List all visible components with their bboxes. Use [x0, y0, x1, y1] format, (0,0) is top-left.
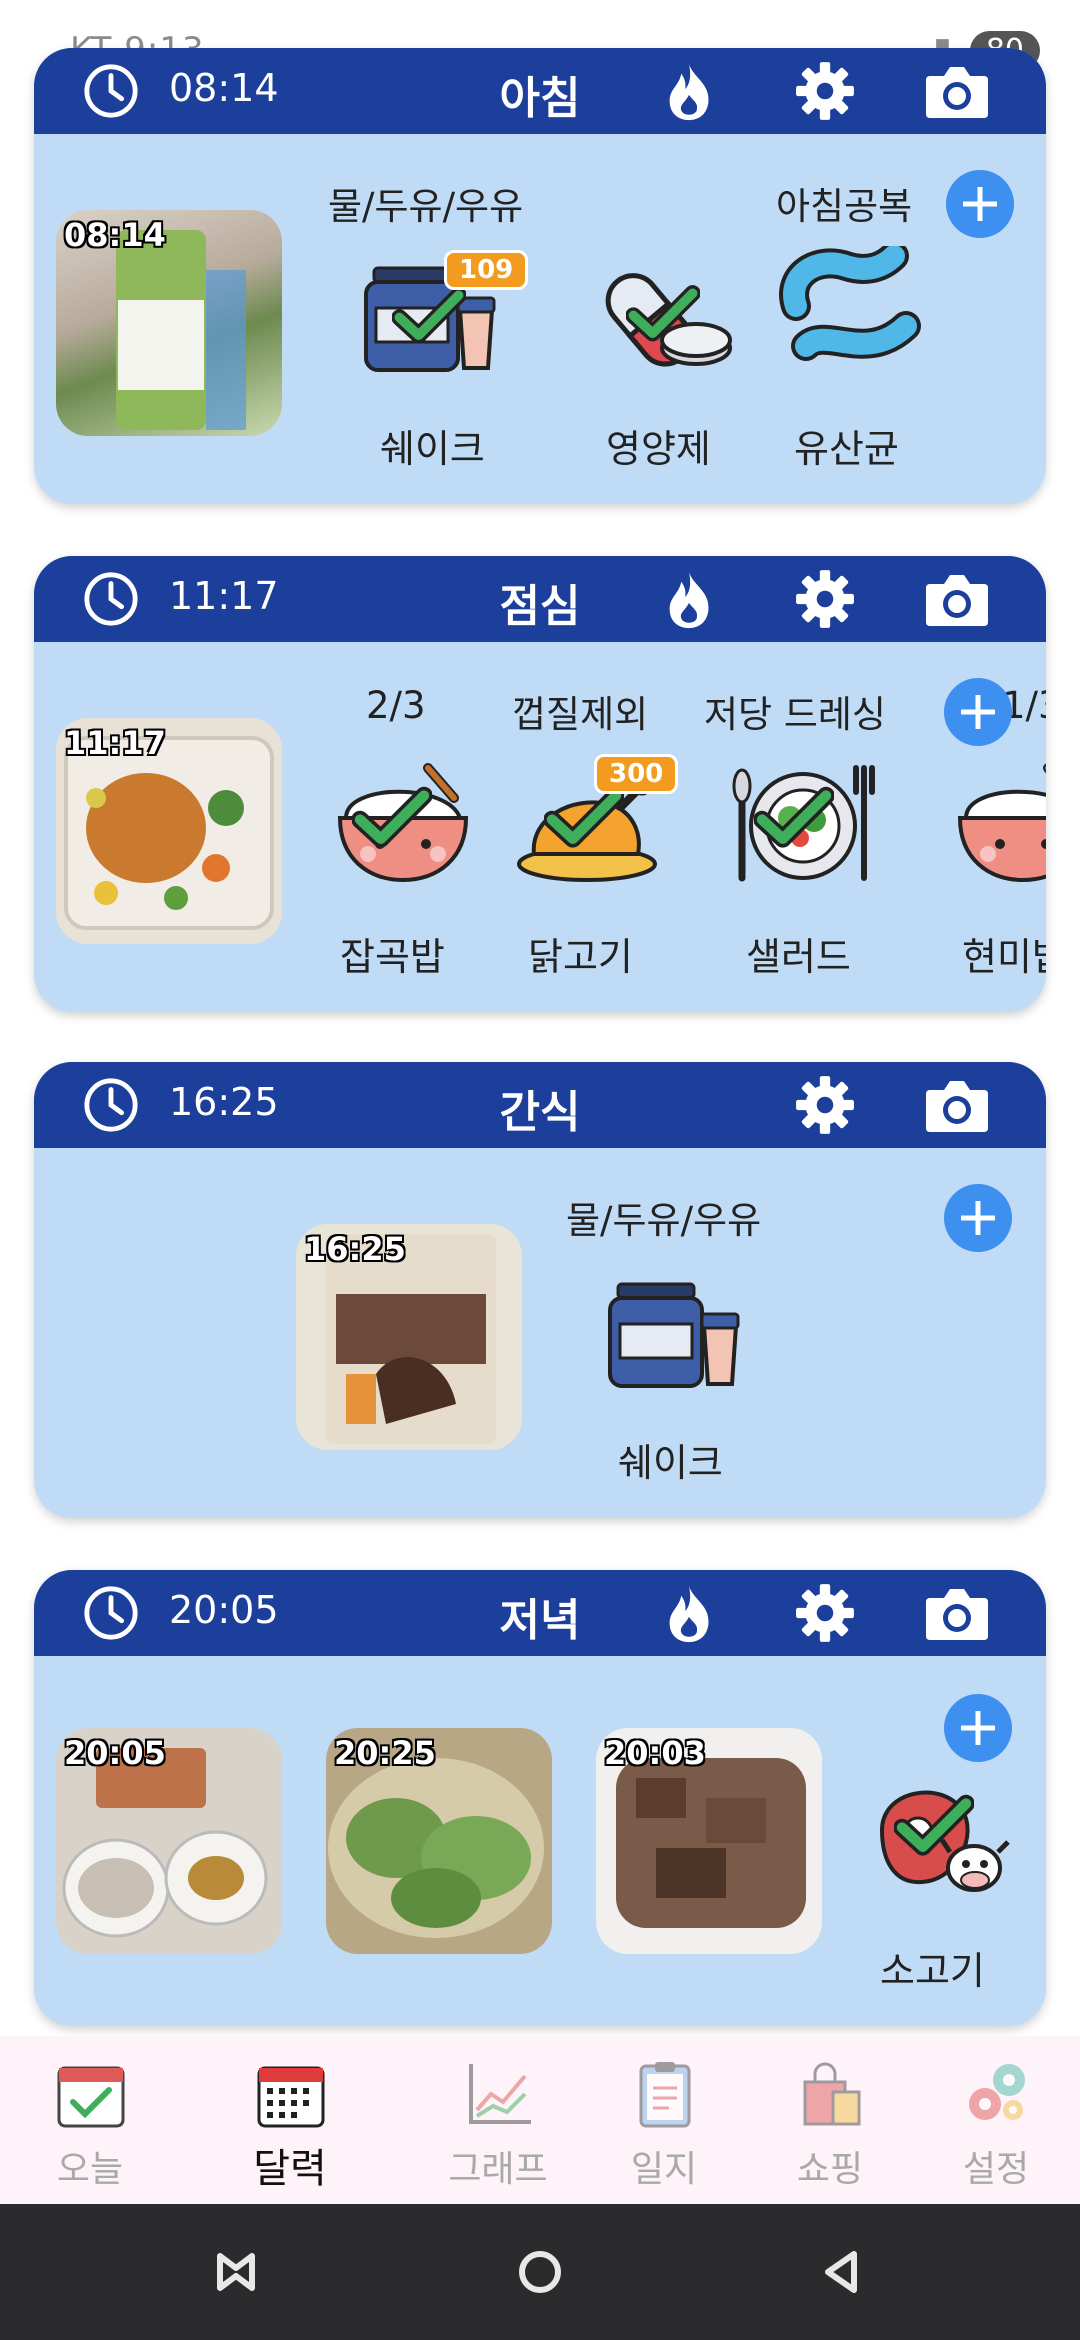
- check-icon: [754, 786, 834, 850]
- home-icon[interactable]: [514, 2246, 566, 2298]
- fire-icon[interactable]: [659, 1582, 719, 1644]
- fire-icon[interactable]: [659, 60, 719, 122]
- nav-label: 일지: [630, 2149, 698, 2190]
- rice-bowl-icon: [948, 758, 1046, 888]
- camera-icon[interactable]: [924, 570, 990, 628]
- meal-header: 11:17 점심: [34, 556, 1046, 642]
- camera-icon[interactable]: [924, 62, 990, 120]
- meal-photo[interactable]: 16:25: [296, 1224, 522, 1450]
- gear-icon[interactable]: [794, 60, 856, 122]
- fire-icon[interactable]: [659, 568, 719, 630]
- meal-photo[interactable]: 08:14: [56, 210, 282, 436]
- nav-settings[interactable]: 설정: [906, 2036, 1080, 2204]
- nav-label: 그래프: [448, 2149, 548, 2190]
- check-icon: [894, 1794, 974, 1858]
- probiotic-icon: [776, 246, 926, 376]
- shopping-bag-icon: [803, 2062, 861, 2126]
- calorie-badge: 300: [594, 754, 679, 794]
- check-icon: [352, 786, 432, 850]
- item-note: 껍질제외: [512, 693, 649, 736]
- meal-card-lunch: 11:17 점심 11:17 2/3 껍질제외 저당 드레싱 1/3: [34, 556, 1046, 1012]
- calendar-check-icon: [57, 2066, 125, 2128]
- photo-time: 16:25: [304, 1230, 406, 1268]
- check-icon: [544, 786, 624, 850]
- camera-icon[interactable]: [924, 1076, 990, 1134]
- calorie-badge: 109: [444, 250, 529, 290]
- photo-time: 08:14: [64, 216, 166, 254]
- item-note: 아침공복: [776, 185, 913, 228]
- nav-graph[interactable]: 그래프: [408, 2036, 588, 2204]
- meal-header: 20:05 저녁: [34, 1570, 1046, 1656]
- check-icon: [392, 286, 466, 346]
- add-item-button[interactable]: [946, 170, 1014, 238]
- item-label: 닭고기: [528, 935, 633, 979]
- bottom-nav: 오늘 달력 그래프 일지 쇼핑 설정: [0, 2036, 1080, 2204]
- shake-icon: [600, 1262, 750, 1392]
- nav-label: 쇼핑: [796, 2149, 864, 2190]
- add-item-button[interactable]: [944, 678, 1012, 746]
- meal-header: 08:14 아침: [34, 48, 1046, 134]
- camera-icon[interactable]: [924, 1584, 990, 1642]
- meal-photo[interactable]: 11:17: [56, 718, 282, 944]
- add-item-button[interactable]: [944, 1694, 1012, 1762]
- meal-title: 점심: [499, 581, 581, 632]
- nav-label: 오늘: [56, 2149, 124, 2190]
- system-nav-bar: [0, 2204, 1080, 2340]
- item-label: 쉐이크: [380, 427, 485, 471]
- photo-time: 20:25: [334, 1734, 436, 1772]
- meal-card-snack: 16:25 간식 16:25 물/두유/우유 쉐이크: [34, 1062, 1046, 1518]
- item-label: 현미밥: [962, 935, 1046, 979]
- gear-icon[interactable]: [794, 568, 856, 630]
- item-label: 쉐이크: [618, 1441, 723, 1485]
- app-screen: KT 9:13 ▮ 80 08:14 아침 08:14 물/두유/우유 아침공복: [0, 0, 1080, 2340]
- nav-shopping[interactable]: 쇼핑: [740, 2036, 920, 2204]
- gear-icon[interactable]: [794, 1074, 856, 1136]
- add-item-button[interactable]: [944, 1184, 1012, 1252]
- item-label: 영양제: [606, 427, 711, 471]
- meal-card-breakfast: 08:14 아침 08:14 물/두유/우유 아침공복 109 쉐이크 영양제 …: [34, 48, 1046, 504]
- recents-icon[interactable]: [210, 2246, 262, 2298]
- item-note: 2/3: [366, 684, 426, 727]
- chart-icon: [469, 2064, 531, 2124]
- photo-time: 11:17: [64, 724, 166, 762]
- photo-time: 20:05: [64, 1734, 166, 1772]
- item-note: 물/두유/우유: [328, 185, 524, 228]
- nav-calendar[interactable]: 달력: [200, 2036, 380, 2204]
- nav-journal[interactable]: 일지: [574, 2036, 754, 2204]
- meal-photo[interactable]: 20:03: [596, 1728, 822, 1954]
- nav-today[interactable]: 오늘: [0, 2036, 180, 2204]
- meal-header: 16:25 간식: [34, 1062, 1046, 1148]
- check-icon: [626, 284, 700, 344]
- gear-icon[interactable]: [794, 1582, 856, 1644]
- meal-photo[interactable]: 20:05: [56, 1728, 282, 1954]
- meal-card-dinner: 20:05 저녁 20:05 20:25 20:03 소고기: [34, 1570, 1046, 2026]
- item-label: 소고기: [880, 1949, 985, 1993]
- item-label: 샐러드: [746, 935, 851, 979]
- item-note: 저당 드레싱: [704, 693, 886, 736]
- nav-label: 설정: [962, 2149, 1030, 2190]
- gears-icon: [969, 2064, 1025, 2120]
- meal-title: 아침: [499, 73, 581, 124]
- meal-title: 저녁: [499, 1595, 581, 1646]
- photo-time: 20:03: [604, 1734, 706, 1772]
- clipboard-icon: [639, 2062, 691, 2128]
- meal-photo[interactable]: 20:25: [326, 1728, 552, 1954]
- item-label: 잡곡밥: [340, 935, 445, 979]
- item-note: 물/두유/우유: [566, 1199, 762, 1242]
- back-icon[interactable]: [816, 2246, 868, 2298]
- nav-label: 달력: [253, 2146, 327, 2192]
- calendar-grid-icon: [257, 2066, 325, 2128]
- item-label: 유산균: [794, 427, 899, 471]
- meal-title: 간식: [499, 1087, 581, 1138]
